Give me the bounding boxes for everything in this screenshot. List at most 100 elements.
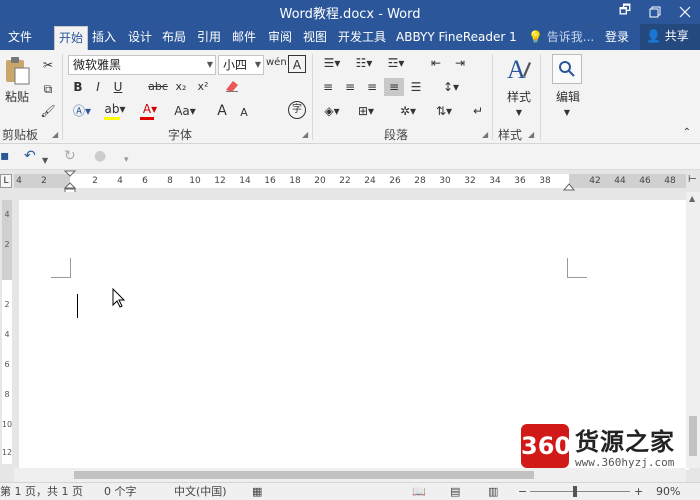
restore-icon[interactable] (640, 0, 670, 24)
paragraph-launcher-icon[interactable]: ◢ (482, 130, 488, 139)
web-layout-icon[interactable]: ▥ (488, 484, 498, 500)
scroll-up-icon[interactable]: ▲ (689, 194, 695, 203)
vruler-tick: 6 (4, 360, 10, 369)
tell-me-search[interactable]: 💡 告诉我... (528, 26, 594, 48)
right-indent-icon[interactable] (563, 178, 575, 192)
collapse-ribbon-icon[interactable]: ⌃ (680, 124, 694, 142)
ruler-tick: 16 (264, 176, 276, 186)
enclose-characters-icon[interactable]: 字 (288, 101, 306, 119)
character-border-icon[interactable]: A (288, 55, 306, 73)
clipboard-launcher-icon[interactable]: ◢ (52, 130, 58, 139)
paste-button[interactable]: 粘贴 (2, 88, 32, 106)
ruler-tick: 14 (239, 176, 251, 186)
bullets-icon[interactable]: ☰▾ (318, 54, 346, 72)
align-center-icon[interactable]: ≡ (340, 78, 360, 96)
ruler-tick: 2 (41, 176, 47, 186)
shading-icon[interactable]: ◈▾ (318, 102, 346, 120)
read-mode-icon[interactable]: 📖 (412, 484, 426, 500)
ruler-tick: 4 (16, 176, 22, 186)
zoom-in-icon[interactable]: + (634, 484, 643, 500)
redo-icon[interactable]: ↻ (64, 147, 76, 165)
ruler-tick: 46 (639, 176, 651, 186)
login-button[interactable]: 登录 (605, 26, 629, 48)
underline-button[interactable]: U (110, 78, 126, 96)
chevron-down-icon: ▼ (206, 60, 213, 69)
shrink-font-button[interactable]: A (236, 104, 252, 122)
highlight-color-button[interactable]: ab▾ (100, 100, 130, 120)
copy-icon[interactable]: ⧉ (38, 80, 58, 98)
strikethrough-button[interactable]: abc (146, 78, 170, 96)
share-button[interactable]: 👤 共享 (640, 24, 700, 50)
font-launcher-icon[interactable]: ◢ (302, 130, 308, 139)
styles-icon[interactable]: A (504, 54, 534, 84)
bold-button[interactable]: B (70, 78, 86, 96)
zoom-out-icon[interactable]: − (518, 484, 527, 500)
sort-icon[interactable]: ⇅▾ (430, 102, 458, 120)
borders-icon[interactable]: ⊞▾ (352, 102, 380, 120)
distributed-icon[interactable]: ☰ (406, 78, 426, 96)
line-spacing-icon[interactable]: ↕▾ (436, 78, 466, 96)
font-size-combo[interactable]: 小四 ▼ (218, 55, 264, 75)
print-layout-icon[interactable]: ▤ (450, 484, 460, 500)
numbering-icon[interactable]: ☷▾ (350, 54, 378, 72)
vertical-ruler[interactable]: 4 2 2 4 6 8 10 12 (0, 192, 14, 468)
customize-qat-icon[interactable]: ▾ (124, 151, 129, 169)
zoom-level[interactable]: 90% (656, 484, 680, 500)
text-effects-icon[interactable]: Ⓐ▾ (70, 102, 94, 120)
tab-references[interactable]: 引用 (193, 26, 225, 50)
subscript-button[interactable]: x₂ (172, 78, 190, 96)
increase-indent-icon[interactable]: ⇥ (450, 54, 470, 72)
tab-mailings[interactable]: 邮件 (228, 26, 260, 50)
undo-icon[interactable]: ↶ (24, 147, 36, 165)
scroll-thumb[interactable] (74, 471, 534, 479)
zoom-slider-thumb[interactable] (573, 486, 577, 497)
separator (492, 54, 493, 140)
phonetic-guide-icon[interactable]: wén (266, 54, 287, 72)
zoom-slider[interactable] (530, 491, 630, 492)
horizontal-ruler[interactable]: L 4 2 2 4 6 8 10 12 14 16 18 20 22 24 26… (0, 170, 700, 195)
tab-design[interactable]: 设计 (124, 26, 156, 50)
tab-developer[interactable]: 开发工具 (334, 26, 390, 50)
font-color-button[interactable]: A▾ (136, 100, 164, 120)
grow-font-button[interactable]: A (214, 102, 230, 120)
word-count[interactable]: 0 个字 (104, 484, 137, 500)
cut-icon[interactable]: ✂ (38, 56, 58, 74)
styles-launcher-icon[interactable]: ◢ (528, 130, 534, 139)
save-icon[interactable]: ▪ (0, 147, 10, 165)
justify-icon[interactable]: ≡ (384, 78, 404, 96)
tab-insert[interactable]: 插入 (88, 26, 120, 50)
undo-dropdown-icon[interactable]: ▼ (42, 152, 48, 170)
font-name-combo[interactable]: 微软雅黑 ▼ (68, 55, 216, 75)
macro-record-icon[interactable]: ▦ (252, 484, 262, 500)
ruler-tick: 10 (189, 176, 201, 186)
change-case-button[interactable]: Aa▾ (170, 102, 200, 120)
editing-search-icon[interactable] (552, 54, 582, 84)
show-marks-icon[interactable]: ↵ (470, 102, 486, 120)
align-left-icon[interactable]: ≡ (318, 78, 338, 96)
tab-review[interactable]: 审阅 (264, 26, 296, 50)
ruler-tick: 32 (464, 176, 476, 186)
font-group-label: 字体 (168, 128, 193, 142)
close-icon[interactable] (670, 0, 700, 24)
italic-button[interactable]: I (90, 78, 106, 96)
ruler-tick: 34 (489, 176, 501, 186)
clipboard-paste-icon[interactable] (2, 56, 32, 86)
page-count[interactable]: 第 1 页，共 1 页 (0, 484, 83, 500)
format-painter-icon[interactable]: 🖌 (38, 102, 58, 120)
ribbon-display-icon[interactable]: 🗗 (610, 0, 640, 24)
clear-formatting-icon[interactable] (222, 78, 242, 99)
tab-layout[interactable]: 布局 (158, 26, 190, 50)
tab-abbyy[interactable]: ABBYY FineReader 1 (392, 26, 521, 50)
tab-home[interactable]: 开始 (54, 26, 89, 50)
touch-mode-icon[interactable]: ● (94, 147, 106, 165)
language-status[interactable]: 中文(中国) (174, 484, 227, 500)
asian-layout-icon[interactable]: ✲▾ (394, 102, 422, 120)
align-right-icon[interactable]: ≡ (362, 78, 382, 96)
decrease-indent-icon[interactable]: ⇤ (426, 54, 446, 72)
superscript-button[interactable]: x² (194, 78, 212, 96)
vruler-tick: 2 (4, 300, 10, 309)
tab-file[interactable]: 文件 (4, 26, 36, 50)
multilevel-list-icon[interactable]: ☲▾ (382, 54, 410, 72)
crop-mark (567, 258, 587, 278)
tab-view[interactable]: 视图 (299, 26, 331, 50)
